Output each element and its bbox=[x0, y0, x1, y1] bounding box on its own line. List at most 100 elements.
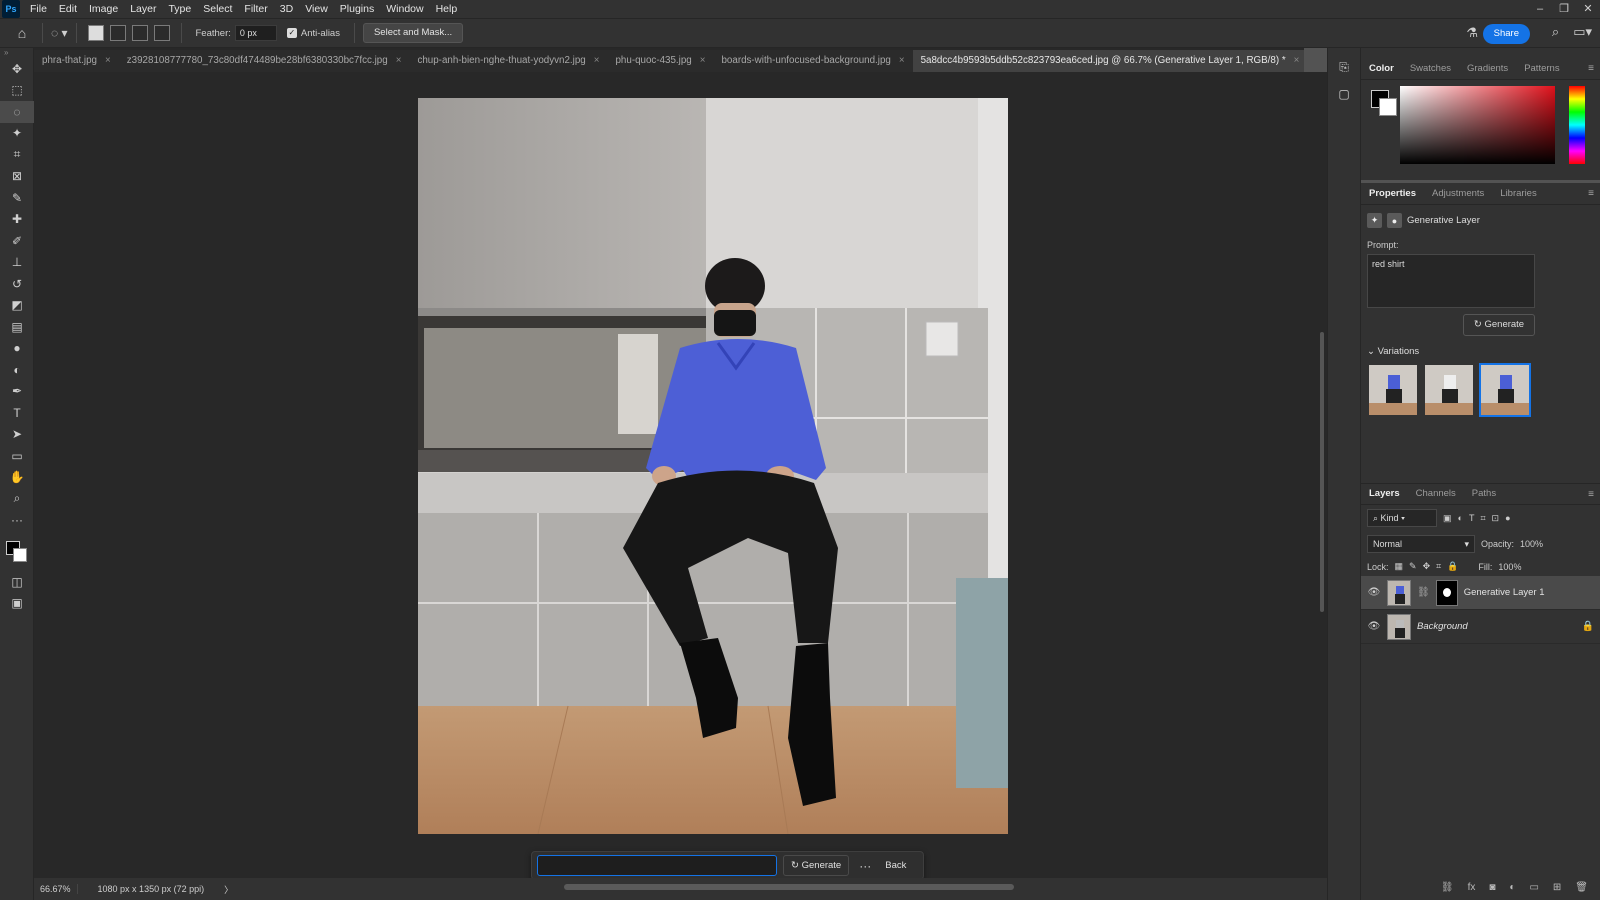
history-brush-tool-icon[interactable]: ↺ bbox=[0, 273, 34, 295]
tab-gradients[interactable]: Gradients bbox=[1459, 58, 1516, 80]
path-selection-tool-icon[interactable]: ➤ bbox=[0, 424, 34, 446]
menu-view[interactable]: View bbox=[299, 0, 334, 18]
menu-help[interactable]: Help bbox=[430, 0, 464, 18]
layer-row-background[interactable]: 👁 Background 🔒 bbox=[1361, 610, 1600, 644]
canvas-area[interactable] bbox=[34, 72, 1317, 878]
blend-mode-select[interactable]: Normal ▾ bbox=[1367, 535, 1475, 553]
hue-slider[interactable] bbox=[1569, 86, 1585, 164]
menu-edit[interactable]: Edit bbox=[53, 0, 83, 18]
variations-header[interactable]: ⌄ Variations bbox=[1361, 336, 1600, 361]
vertical-scrollbar[interactable] bbox=[1317, 72, 1327, 878]
intersect-selection-mode-button[interactable] bbox=[153, 25, 170, 41]
close-window-button[interactable]: ✕ bbox=[1576, 0, 1600, 18]
context-generate-button[interactable]: ↻ Generate bbox=[783, 855, 850, 876]
adjustment-layer-icon[interactable]: ◐ bbox=[1509, 882, 1515, 896]
more-tools-icon[interactable]: ··· bbox=[0, 510, 34, 532]
status-arrow-icon[interactable]: 〉 bbox=[224, 883, 233, 896]
tab-layers[interactable]: Layers bbox=[1361, 483, 1408, 505]
link-layers-icon[interactable]: ⛓ bbox=[1441, 882, 1454, 896]
menu-3d[interactable]: 3D bbox=[274, 0, 299, 18]
lasso-tool-icon[interactable]: ◌ bbox=[0, 101, 34, 123]
color-field[interactable] bbox=[1400, 86, 1555, 164]
tab-swatches[interactable]: Swatches bbox=[1402, 58, 1459, 80]
variation-thumbnail[interactable] bbox=[1425, 365, 1473, 415]
document-image[interactable] bbox=[418, 98, 1008, 834]
layer-name[interactable]: Background bbox=[1417, 621, 1468, 632]
frame-tool-icon[interactable]: ⊠ bbox=[0, 166, 34, 188]
move-tool-icon[interactable]: ✥ bbox=[0, 58, 34, 80]
lock-image-icon[interactable]: ✎ bbox=[1409, 561, 1417, 572]
quick-mask-icon[interactable]: ◫ bbox=[0, 571, 34, 593]
filter-adjustment-icon[interactable]: ◐ bbox=[1458, 513, 1463, 523]
flask-icon[interactable]: ⚗ bbox=[1466, 25, 1478, 41]
blur-tool-icon[interactable]: ● bbox=[0, 338, 34, 360]
doc-tab[interactable]: chup-anh-bien-nghe-thuat-yodyvn2.jpg × bbox=[409, 50, 608, 72]
subtract-selection-mode-button[interactable] bbox=[131, 25, 148, 41]
pen-tool-icon[interactable]: ✒ bbox=[0, 381, 34, 403]
doc-tab[interactable]: phu-quoc-435.jpg × bbox=[607, 50, 714, 72]
brush-tool-icon[interactable]: ✐ bbox=[0, 230, 34, 252]
more-options-icon[interactable]: ··· bbox=[859, 859, 871, 873]
eyedropper-tool-icon[interactable]: ✎ bbox=[0, 187, 34, 209]
lock-transparent-icon[interactable]: ▦ bbox=[1395, 561, 1404, 572]
eye-icon[interactable]: 👁 bbox=[1367, 621, 1381, 632]
screen-mode-icon[interactable]: ▣ bbox=[0, 593, 34, 615]
tab-channels[interactable]: Channels bbox=[1408, 483, 1464, 505]
filter-type-icon[interactable]: T bbox=[1469, 513, 1475, 523]
filter-smart-object-icon[interactable]: ⊡ bbox=[1492, 513, 1500, 524]
close-tab-icon[interactable]: × bbox=[1294, 55, 1300, 66]
filter-toggle-icon[interactable]: ● bbox=[1505, 513, 1510, 523]
delete-layer-icon[interactable]: 🗑 bbox=[1575, 882, 1588, 896]
eye-icon[interactable]: 👁 bbox=[1367, 587, 1381, 598]
menu-window[interactable]: Window bbox=[380, 0, 429, 18]
restore-button[interactable]: ❐ bbox=[1552, 0, 1576, 18]
healing-brush-tool-icon[interactable]: ✚ bbox=[0, 209, 34, 231]
add-selection-mode-button[interactable] bbox=[109, 25, 126, 41]
comments-panel-icon[interactable]: ▢ bbox=[1328, 87, 1360, 101]
panel-menu-icon[interactable]: ≡ bbox=[1588, 489, 1594, 500]
menu-select[interactable]: Select bbox=[197, 0, 238, 18]
panel-menu-icon[interactable]: ≡ bbox=[1588, 63, 1594, 74]
background-color-swatch[interactable] bbox=[1379, 98, 1397, 116]
color-swatches[interactable] bbox=[0, 531, 33, 571]
lasso-tool-preset-icon[interactable]: ◌ ▾ bbox=[51, 26, 68, 40]
menu-plugins[interactable]: Plugins bbox=[334, 0, 380, 18]
marquee-tool-icon[interactable]: ⬚ bbox=[0, 80, 34, 102]
lock-all-icon[interactable]: 🔒 bbox=[1447, 561, 1458, 572]
filter-pixel-icon[interactable]: ▣ bbox=[1443, 513, 1452, 524]
magic-wand-tool-icon[interactable]: ✦ bbox=[0, 123, 34, 145]
home-icon[interactable]: ⌂ bbox=[10, 21, 34, 45]
layer-name[interactable]: Generative Layer 1 bbox=[1464, 587, 1545, 598]
variation-thumbnail-selected[interactable] bbox=[1479, 363, 1531, 417]
tab-patterns[interactable]: Patterns bbox=[1516, 58, 1567, 80]
close-tab-icon[interactable]: × bbox=[105, 55, 111, 66]
new-group-icon[interactable]: ▭ bbox=[1529, 882, 1538, 896]
layer-filter-select[interactable]: ⌕ Kind ▾ bbox=[1367, 509, 1437, 527]
tab-color[interactable]: Color bbox=[1361, 58, 1402, 80]
close-tab-icon[interactable]: × bbox=[594, 55, 600, 66]
panel-menu-icon[interactable]: ≡ bbox=[1588, 188, 1594, 199]
minimize-button[interactable]: – bbox=[1528, 0, 1552, 18]
tab-paths[interactable]: Paths bbox=[1464, 483, 1504, 505]
new-selection-mode-button[interactable] bbox=[87, 25, 104, 41]
prompt-textarea[interactable]: red shirt bbox=[1367, 254, 1535, 308]
variation-thumbnail[interactable] bbox=[1369, 365, 1417, 415]
layer-mask-thumbnail[interactable] bbox=[1435, 579, 1458, 606]
horizontal-scrollbar[interactable] bbox=[564, 884, 1014, 890]
menu-file[interactable]: File bbox=[24, 0, 53, 18]
layer-row-generative[interactable]: 👁 ⛓ Generative Layer 1 bbox=[1361, 576, 1600, 610]
fill-value[interactable]: 100% bbox=[1498, 562, 1521, 572]
zoom-level[interactable]: 66.67% bbox=[34, 884, 78, 894]
filter-shape-icon[interactable]: ⌗ bbox=[1480, 513, 1485, 524]
workspace-icon[interactable]: ▭▾ bbox=[1573, 24, 1592, 40]
layer-style-icon[interactable]: fx bbox=[1468, 882, 1476, 896]
type-tool-icon[interactable]: T bbox=[0, 402, 34, 424]
doc-tab[interactable]: boards-with-unfocused-background.jpg × bbox=[713, 50, 913, 72]
hand-tool-icon[interactable]: ✋ bbox=[0, 467, 34, 489]
doc-tab-active[interactable]: 5a8dcc4b9593b5ddb52c823793ea6ced.jpg @ 6… bbox=[912, 50, 1304, 72]
rectangle-tool-icon[interactable]: ▭ bbox=[0, 445, 34, 467]
lock-artboard-icon[interactable]: ⌗ bbox=[1436, 561, 1441, 572]
select-and-mask-button[interactable]: Select and Mask... bbox=[362, 23, 464, 43]
share-button[interactable]: Share bbox=[1482, 24, 1530, 44]
tab-adjustments[interactable]: Adjustments bbox=[1424, 183, 1492, 205]
